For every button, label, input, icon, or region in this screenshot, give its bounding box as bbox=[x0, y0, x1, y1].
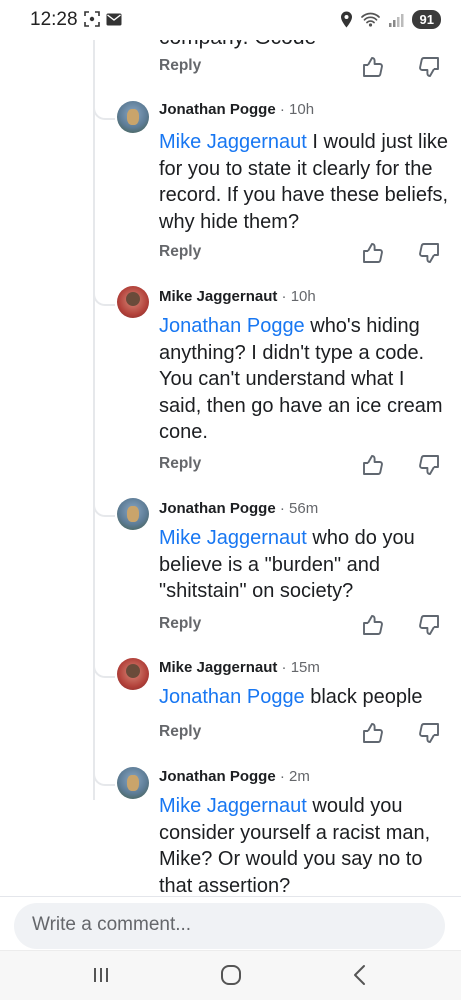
comment-time: · 10h bbox=[279, 101, 315, 118]
comment-header: Jonathan Pogge · 56m bbox=[159, 500, 318, 517]
comment-text: black people bbox=[304, 686, 423, 708]
avatar[interactable] bbox=[117, 286, 149, 318]
mention-link[interactable]: Mike Jaggernaut bbox=[159, 131, 307, 153]
comment-header: Jonathan Pogge · 10h bbox=[159, 101, 314, 118]
comment-time: · 10h bbox=[281, 288, 316, 305]
dislike-icon[interactable] bbox=[417, 721, 441, 745]
mention-link[interactable]: Jonathan Pogge bbox=[159, 686, 305, 708]
comment-body: Jonathan Pogge who's hiding anything? I … bbox=[159, 313, 449, 446]
reply-button[interactable]: Reply bbox=[159, 723, 201, 741]
comment-time: · 56m bbox=[279, 500, 319, 517]
thread-connector bbox=[93, 664, 115, 678]
avatar[interactable] bbox=[117, 101, 149, 133]
mention-link[interactable]: Mike Jaggernaut bbox=[159, 527, 307, 549]
screenshot-icon bbox=[84, 11, 100, 27]
like-icon[interactable] bbox=[361, 241, 385, 265]
status-left-icons bbox=[84, 11, 122, 27]
comment-header: Jonathan Pogge · 2m bbox=[159, 768, 310, 785]
thread-connector bbox=[93, 503, 115, 517]
recent-apps-icon[interactable] bbox=[92, 966, 110, 984]
avatar[interactable] bbox=[117, 658, 149, 690]
dislike-icon[interactable] bbox=[417, 241, 441, 265]
signal-icon bbox=[388, 13, 404, 27]
system-nav-bar bbox=[0, 950, 461, 1000]
reply-button[interactable]: Reply bbox=[159, 57, 201, 75]
battery-icon: 91 bbox=[411, 10, 441, 29]
comment-thread: company. Gcode Reply Jonathan Pogge · 10… bbox=[0, 40, 461, 896]
reply-button[interactable]: Reply bbox=[159, 615, 201, 633]
dislike-icon[interactable] bbox=[417, 453, 441, 477]
comment-author[interactable]: Mike Jaggernaut bbox=[159, 288, 277, 305]
comment-input-placeholder[interactable]: Write a comment... bbox=[32, 914, 191, 936]
comment-header: Mike Jaggernaut · 15m bbox=[159, 659, 320, 676]
back-icon[interactable] bbox=[352, 964, 368, 986]
like-icon[interactable] bbox=[361, 453, 385, 477]
mention-link[interactable]: Mike Jaggernaut bbox=[159, 795, 307, 817]
wifi-icon bbox=[360, 12, 380, 27]
status-bar: 12:28 91 bbox=[0, 0, 461, 40]
thread-connector bbox=[93, 292, 115, 306]
comment-author[interactable]: Mike Jaggernaut bbox=[159, 659, 277, 676]
like-icon[interactable] bbox=[361, 55, 385, 79]
comment-body: Jonathan Pogge black people bbox=[159, 684, 449, 711]
comment-time: · 15m bbox=[281, 659, 320, 676]
mail-icon bbox=[106, 13, 122, 25]
mention-link[interactable]: Jonathan Pogge bbox=[159, 315, 305, 337]
like-icon[interactable] bbox=[361, 721, 385, 745]
comment-time: · 2m bbox=[279, 768, 310, 785]
comment-body: Mike Jaggernaut I would just like for yo… bbox=[159, 129, 449, 235]
dislike-icon[interactable] bbox=[417, 55, 441, 79]
thread-connector bbox=[93, 106, 115, 120]
thread-connector bbox=[93, 772, 115, 786]
comment-body: Mike Jaggernaut who do you believe is a … bbox=[159, 525, 449, 605]
comment-body: Mike Jaggernaut would you consider yours… bbox=[159, 793, 449, 896]
avatar[interactable] bbox=[117, 767, 149, 799]
dislike-icon[interactable] bbox=[417, 613, 441, 637]
reply-button[interactable]: Reply bbox=[159, 243, 201, 261]
like-icon[interactable] bbox=[361, 613, 385, 637]
status-right-icons: 91 bbox=[340, 10, 441, 29]
comment-author[interactable]: Jonathan Pogge bbox=[159, 101, 276, 118]
location-icon bbox=[340, 11, 352, 28]
thread-line bbox=[93, 40, 95, 800]
avatar[interactable] bbox=[117, 498, 149, 530]
comment-author[interactable]: Jonathan Pogge bbox=[159, 768, 276, 785]
reply-button[interactable]: Reply bbox=[159, 455, 201, 473]
comment-header: Mike Jaggernaut · 10h bbox=[159, 288, 316, 305]
status-time: 12:28 bbox=[30, 9, 78, 30]
comment-author[interactable]: Jonathan Pogge bbox=[159, 500, 276, 517]
home-icon[interactable] bbox=[220, 964, 242, 986]
partial-comment-text: company. Gcode bbox=[159, 40, 316, 50]
